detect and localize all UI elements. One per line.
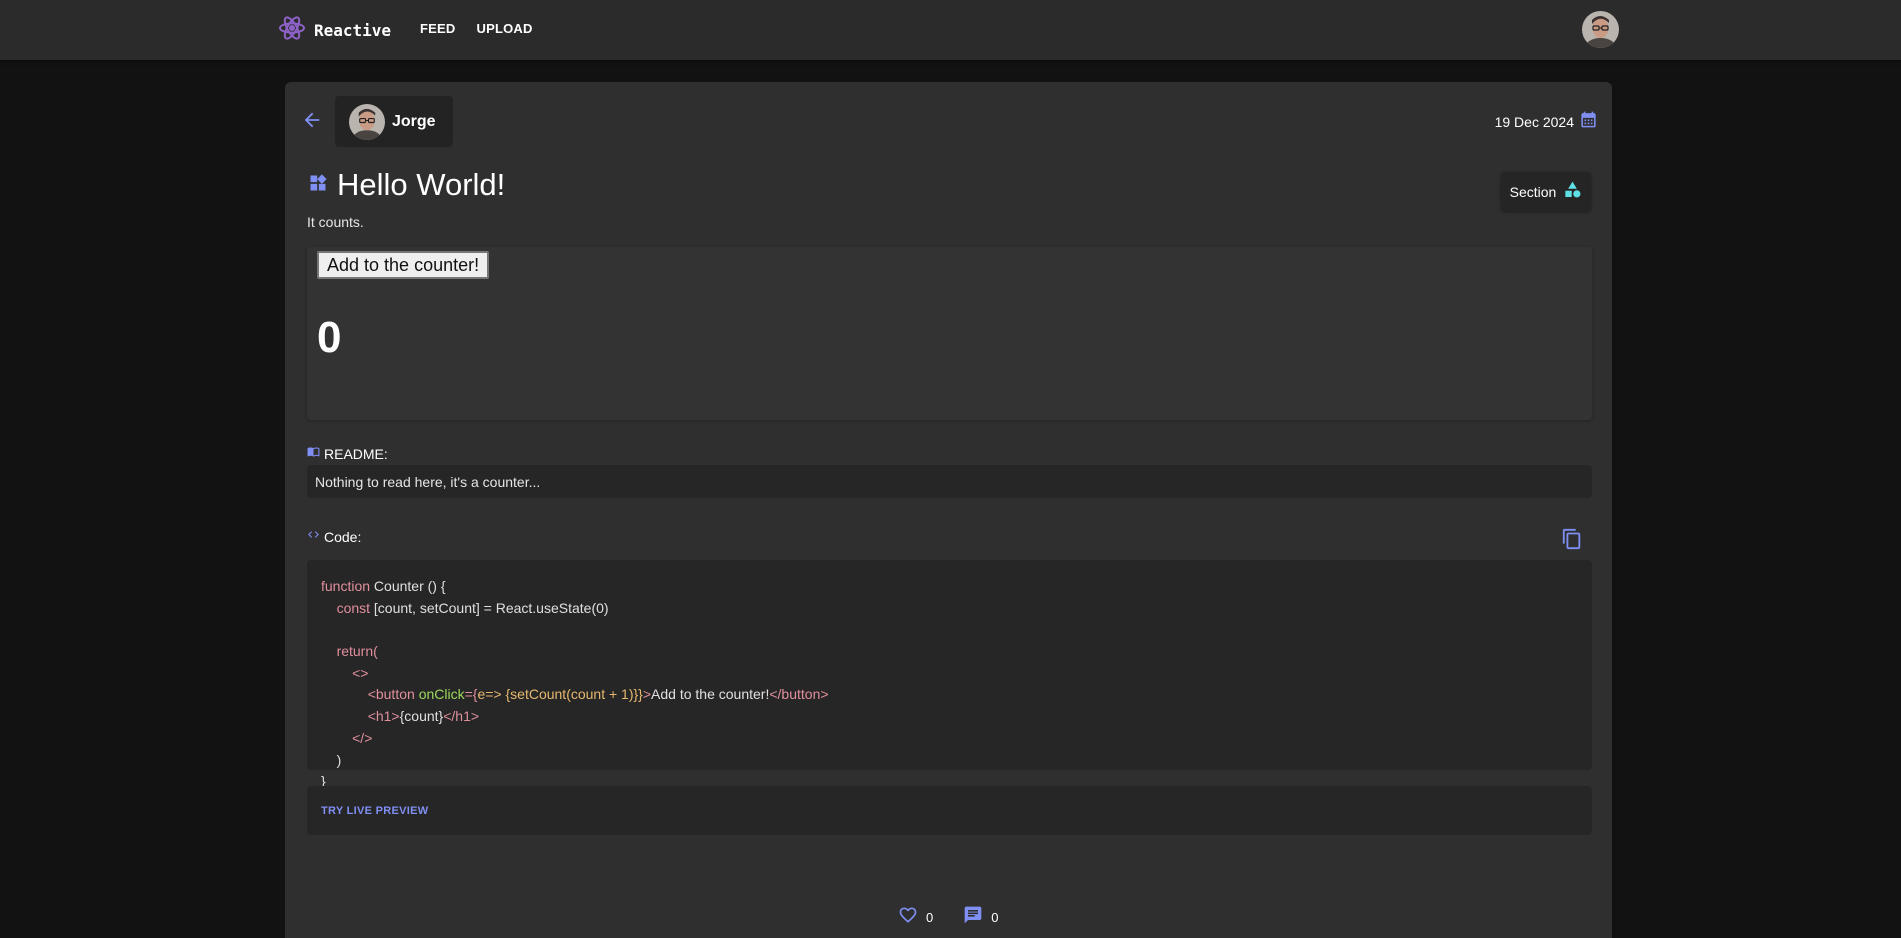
code-block: function Counter () { const [count, setC… xyxy=(307,560,1592,789)
code-token: Add to the counter! xyxy=(651,686,770,703)
section-label: Section xyxy=(1509,183,1557,200)
copy-icon[interactable] xyxy=(1561,528,1583,552)
post-title: Hello World! xyxy=(337,167,506,202)
atom-logo-icon xyxy=(278,14,306,47)
add-to-counter-button[interactable]: Add to the counter! xyxy=(317,251,490,279)
code-token: const xyxy=(336,599,371,616)
code-line: const [count, setCount] = React.useState… xyxy=(321,598,1578,620)
heart-icon xyxy=(898,905,918,930)
user-avatar[interactable] xyxy=(1582,11,1619,48)
code-token: </button> xyxy=(769,686,829,703)
code-token: <h1> xyxy=(367,708,400,725)
code-token: ( xyxy=(373,643,378,660)
code-token: function xyxy=(321,578,371,594)
post-date-text: 19 Dec 2024 xyxy=(1494,114,1574,130)
readme-content: Nothing to read here, it's a counter... xyxy=(307,465,1592,498)
readme-heading: README: xyxy=(307,445,388,463)
nav-upload[interactable]: UPLOAD xyxy=(476,21,532,36)
code-line: return( xyxy=(321,641,1578,663)
code-line: ) xyxy=(321,750,1578,772)
readme-label: README: xyxy=(324,446,388,462)
code-heading: Code: xyxy=(307,528,361,546)
main-nav: FEED UPLOAD xyxy=(420,21,533,36)
try-live-preview-button[interactable]: TRY LIVE PREVIEW xyxy=(307,786,1592,835)
comment-button[interactable]: 0 xyxy=(963,905,998,930)
readme-text: Nothing to read here, it's a counter... xyxy=(315,473,541,490)
code-label: Code: xyxy=(324,529,362,545)
live-preview-area: Add to the counter! 0 xyxy=(307,247,1592,420)
code-token: return xyxy=(336,643,374,660)
author-chip[interactable]: Jorge xyxy=(335,96,453,147)
code-token: onClick xyxy=(418,686,465,703)
author-name: Jorge xyxy=(392,112,436,130)
category-shapes-icon xyxy=(1563,180,1582,204)
code-token: ) xyxy=(336,751,342,768)
like-button[interactable]: 0 xyxy=(898,905,933,930)
calendar-icon xyxy=(1579,110,1598,134)
comment-count: 0 xyxy=(991,910,999,925)
brand-logo-link[interactable]: Reactive xyxy=(278,14,391,47)
section-button[interactable]: Section xyxy=(1501,172,1591,211)
code-token: </h1> xyxy=(443,708,480,725)
code-line: <> xyxy=(321,663,1578,685)
brand-name: Reactive xyxy=(314,21,392,40)
code-token: Counter () { xyxy=(370,578,446,594)
code-token: <button xyxy=(367,686,415,703)
author-avatar xyxy=(349,103,385,140)
like-count: 0 xyxy=(926,910,934,925)
code-token: </> xyxy=(352,729,373,746)
code-line: <button onClick={e=> {setCount(count + 1… xyxy=(321,684,1578,706)
try-live-preview-label: TRY LIVE PREVIEW xyxy=(321,804,429,817)
comment-icon xyxy=(963,905,983,930)
code-token: {count} xyxy=(399,708,444,725)
post-subtitle: It counts. xyxy=(307,214,364,230)
top-app-bar: Reactive FEED UPLOAD xyxy=(0,0,1901,60)
code-token: [count, setCount] = React.useState(0) xyxy=(370,599,609,616)
widgets-icon xyxy=(308,173,328,198)
post-date: 19 Dec 2024 xyxy=(1495,110,1598,134)
code-line: <h1>{count}</h1> xyxy=(321,706,1578,728)
reactions-bar: 0 0 xyxy=(898,905,998,930)
code-line: </> xyxy=(321,728,1578,750)
back-arrow-icon[interactable] xyxy=(301,109,323,131)
code-token: > xyxy=(642,686,652,703)
code-token: <> xyxy=(352,664,369,681)
post-card: Jorge 19 Dec 2024 Hello World! It counts… xyxy=(285,82,1612,938)
code-line: function Counter () { xyxy=(321,576,1578,598)
code-token: e=> xyxy=(477,686,502,703)
nav-feed[interactable]: FEED xyxy=(420,21,455,36)
book-icon xyxy=(307,445,320,463)
code-icon xyxy=(307,528,320,546)
post-title-row: Hello World! xyxy=(308,167,505,203)
code-token: {setCount(count + 1)}} xyxy=(501,686,643,703)
counter-value: 0 xyxy=(317,313,342,362)
code-token: ={ xyxy=(464,686,478,703)
